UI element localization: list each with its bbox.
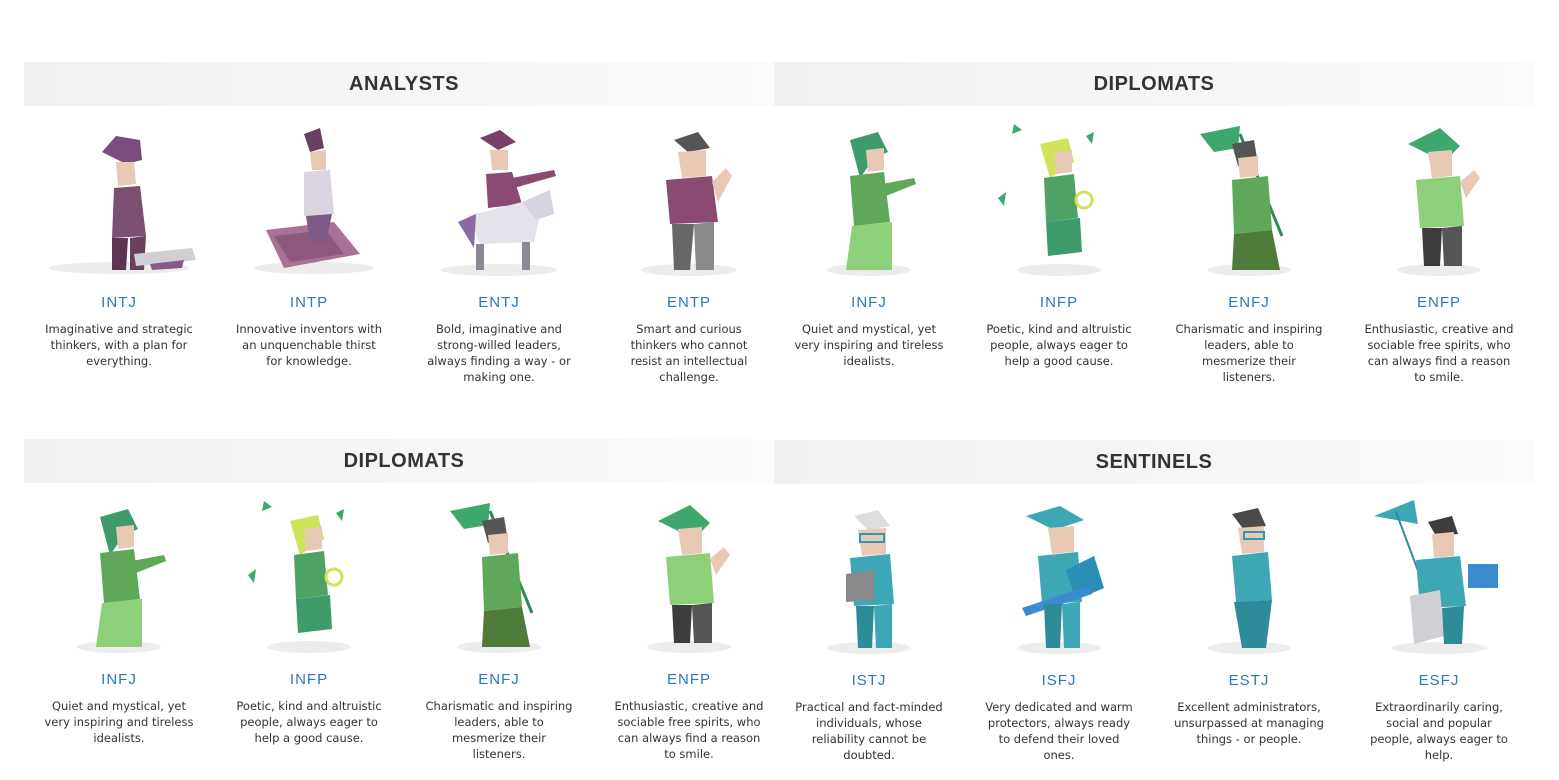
consul-figure-icon	[1374, 500, 1498, 654]
type-description: Bold, imaginative and strong-willed lead…	[427, 322, 571, 384]
type-description: Enthusiastic, creative and sociable free…	[614, 699, 764, 761]
type-code[interactable]: INFP	[214, 671, 404, 688]
type-card-entp[interactable]: ENTP Smart and curious thinkers who cann…	[594, 106, 784, 385]
group-title: SENTINELS	[1095, 450, 1213, 473]
type-description: Practical and fact-minded individuals, w…	[795, 700, 943, 762]
type-code[interactable]: INFP	[964, 294, 1154, 311]
type-card-intp[interactable]: INTP Innovative inventors with an unquen…	[214, 106, 404, 385]
type-description: Charismatic and inspiring leaders, able …	[1175, 322, 1323, 384]
type-card-esfj[interactable]: ESFJ Extraordinarily caring, social and …	[1344, 484, 1534, 763]
type-card-intj[interactable]: INTJ Imaginative and strategic thinkers,…	[24, 106, 214, 385]
type-card-infj[interactable]: INFJ Quiet and mystical, yet very inspir…	[24, 483, 214, 762]
type-code[interactable]: ESFJ	[1344, 672, 1534, 689]
type-code[interactable]: INFJ	[774, 294, 964, 311]
type-code[interactable]: ENFJ	[404, 671, 594, 688]
campaigner-figure-icon	[647, 505, 731, 653]
group-header: SENTINELS	[774, 440, 1534, 484]
type-code[interactable]: ENFP	[594, 671, 784, 688]
group-title: DIPLOMATS	[343, 449, 465, 472]
type-description: Enthusiastic, creative and sociable free…	[1364, 322, 1514, 384]
type-card-enfj[interactable]: ENFJ Charismatic and inspiring leaders, …	[404, 483, 594, 762]
type-description: Quiet and mystical, yet very inspiring a…	[794, 322, 944, 368]
logistician-figure-icon	[827, 510, 911, 654]
type-card-estj[interactable]: ESTJ Excellent administrators, unsurpass…	[1154, 484, 1344, 763]
debater-figure-icon	[641, 132, 737, 276]
type-description: Poetic, kind and altruistic people, alwa…	[986, 322, 1132, 368]
type-description: Extraordinarily caring, social and popul…	[1370, 700, 1508, 762]
mediator-figure-icon	[998, 124, 1101, 276]
group-sentinels: SENTINELS ISTJ Practical and fact-minded…	[774, 440, 1534, 763]
group-analysts: ANALYSTS INTJ Imaginative and strategic …	[24, 62, 784, 385]
type-code[interactable]: ISTJ	[774, 672, 964, 689]
type-code[interactable]: ENTP	[594, 294, 784, 311]
type-description: Smart and curious thinkers who cannot re…	[630, 322, 748, 384]
group-title: DIPLOMATS	[1093, 72, 1215, 95]
architect-figure-icon	[49, 136, 196, 274]
group-diplomats-secondary: DIPLOMATS INFJ Quiet and mystical, yet v…	[24, 439, 784, 762]
type-card-infp[interactable]: INFP Poetic, kind and altruistic people,…	[964, 106, 1154, 385]
group-header: DIPLOMATS	[774, 62, 1534, 106]
group-title: ANALYSTS	[349, 72, 459, 95]
type-code[interactable]: ENTJ	[404, 294, 594, 311]
type-card-infj[interactable]: INFJ Quiet and mystical, yet very inspir…	[774, 106, 964, 385]
type-code[interactable]: ESTJ	[1154, 672, 1344, 689]
commander-figure-icon	[441, 130, 557, 276]
defender-figure-icon	[1017, 506, 1104, 654]
type-description: Quiet and mystical, yet very inspiring a…	[44, 699, 194, 745]
type-description: Imaginative and strategic thinkers, with…	[45, 322, 193, 368]
type-card-enfj[interactable]: ENFJ Charismatic and inspiring leaders, …	[1154, 106, 1344, 385]
group-diplomats: DIPLOMATS INFJ Quiet and mystical, yet v…	[774, 62, 1534, 385]
advocate-figure-icon	[77, 509, 166, 653]
protagonist-figure-icon	[450, 503, 541, 653]
type-card-entj[interactable]: ENTJ Bold, imaginative and strong-willed…	[404, 106, 594, 385]
type-code[interactable]: ENFP	[1344, 294, 1534, 311]
type-description: Excellent administrators, unsurpassed at…	[1174, 700, 1324, 746]
protagonist-figure-icon	[1200, 126, 1291, 276]
executive-figure-icon	[1207, 508, 1291, 654]
type-code[interactable]: INTP	[214, 294, 404, 311]
type-code[interactable]: ENFJ	[1154, 294, 1344, 311]
type-code[interactable]: INFJ	[24, 671, 214, 688]
type-card-infp[interactable]: INFP Poetic, kind and altruistic people,…	[214, 483, 404, 762]
type-card-enfp[interactable]: ENFP Enthusiastic, creative and sociable…	[594, 483, 784, 762]
logician-figure-icon	[254, 128, 374, 274]
type-description: Poetic, kind and altruistic people, alwa…	[236, 699, 382, 745]
type-code[interactable]: INTJ	[24, 294, 214, 311]
type-card-istj[interactable]: ISTJ Practical and fact-minded individua…	[774, 484, 964, 763]
type-card-enfp[interactable]: ENFP Enthusiastic, creative and sociable…	[1344, 106, 1534, 385]
group-header: DIPLOMATS	[24, 439, 784, 483]
advocate-figure-icon	[827, 132, 916, 276]
group-header: ANALYSTS	[24, 62, 784, 106]
top-cutoff-strip	[0, 0, 1559, 6]
type-description: Innovative inventors with an unquenchabl…	[235, 322, 383, 368]
type-description: Very dedicated and warm protectors, alwa…	[985, 700, 1133, 762]
type-description: Charismatic and inspiring leaders, able …	[425, 699, 573, 761]
campaigner-figure-icon	[1397, 128, 1481, 276]
type-card-isfj[interactable]: ISFJ Very dedicated and warm protectors,…	[964, 484, 1154, 763]
type-code[interactable]: ISFJ	[964, 672, 1154, 689]
mediator-figure-icon	[248, 501, 351, 653]
